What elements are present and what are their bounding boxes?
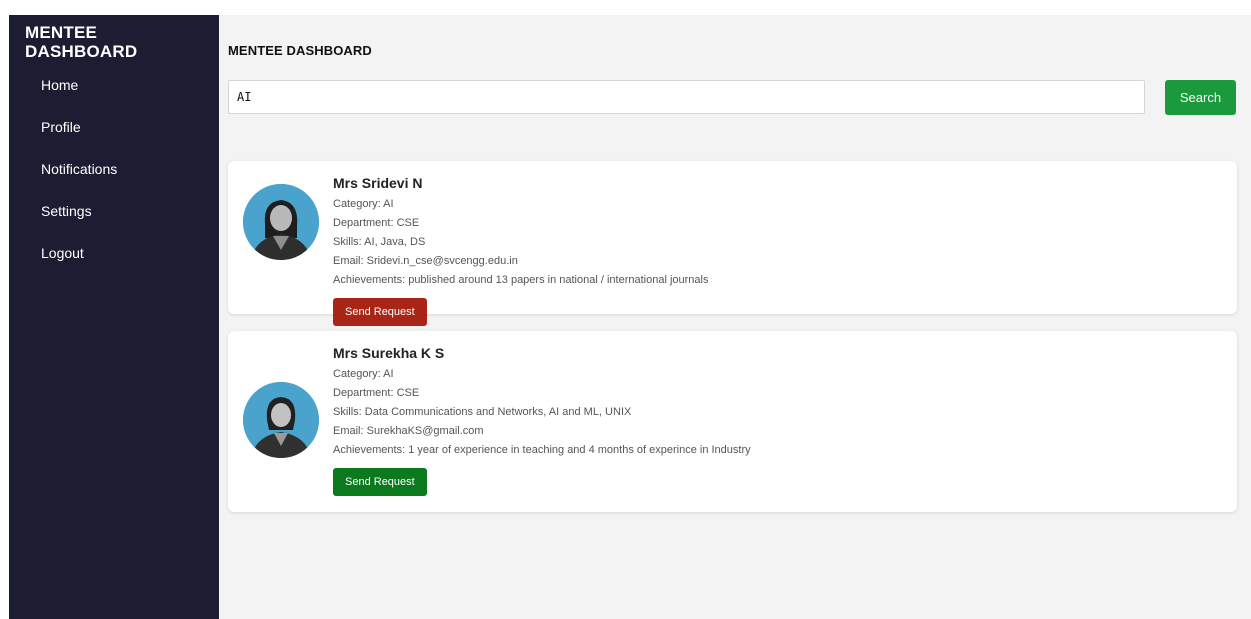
sidebar-nav: Home Profile Notifications Settings Logo…	[41, 77, 211, 287]
send-request-button[interactable]: Send Request	[333, 298, 427, 326]
mentor-achievements: Achievements: 1 year of experience in te…	[333, 444, 751, 456]
mentor-achievements: Achievements: published around 13 papers…	[333, 274, 709, 286]
avatar	[243, 184, 319, 260]
mentor-name: Mrs Surekha K S	[333, 345, 445, 361]
sidebar-item-notifications[interactable]: Notifications	[41, 161, 211, 203]
sidebar-item-profile[interactable]: Profile	[41, 119, 211, 161]
send-request-button[interactable]: Send Request	[333, 468, 427, 496]
page-title: MENTEE DASHBOARD	[228, 43, 372, 58]
mentor-card: Mrs Sridevi N Category: AI Department: C…	[228, 161, 1237, 326]
sidebar-brand: MENTEE DASHBOARD	[25, 23, 138, 61]
sidebar-item-logout[interactable]: Logout	[41, 245, 211, 287]
person-photo-icon	[243, 184, 319, 260]
mentor-info: Mrs Sridevi N Category: AI Department: C…	[333, 175, 1213, 326]
app-window: MENTEE DASHBOARD Home Profile Notificati…	[0, 0, 1251, 619]
search-input[interactable]	[228, 80, 1145, 114]
person-photo-icon	[243, 382, 319, 458]
main-content: MENTEE DASHBOARD Search Mrs Sridevi N Ca…	[219, 15, 1251, 619]
mentor-category: Category: AI	[333, 368, 394, 380]
mentor-skills: Skills: AI, Java, DS	[333, 236, 426, 248]
sidebar: MENTEE DASHBOARD Home Profile Notificati…	[9, 15, 219, 619]
avatar	[243, 382, 319, 458]
mentor-email: Email: Sridevi.n_cse@svcengg.edu.in	[333, 255, 518, 267]
mentor-category: Category: AI	[333, 198, 394, 210]
mentor-email: Email: SurekhaKS@gmail.com	[333, 425, 484, 437]
mentor-department: Department: CSE	[333, 217, 420, 229]
mentor-info: Mrs Surekha K S Category: AI Department:…	[333, 345, 1213, 496]
sidebar-item-settings[interactable]: Settings	[41, 203, 211, 245]
mentor-card: Mrs Surekha K S Category: AI Department:…	[228, 331, 1237, 512]
search-button[interactable]: Search	[1165, 80, 1236, 115]
sidebar-item-home[interactable]: Home	[41, 77, 211, 119]
mentor-department: Department: CSE	[333, 387, 420, 399]
mentor-skills: Skills: Data Communications and Networks…	[333, 406, 632, 418]
mentor-name: Mrs Sridevi N	[333, 175, 423, 191]
